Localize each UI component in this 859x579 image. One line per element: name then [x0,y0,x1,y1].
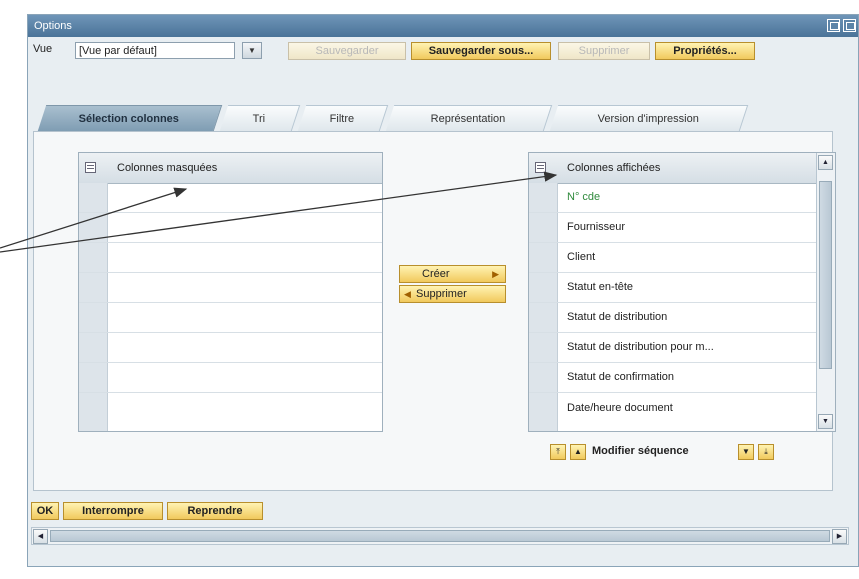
scroll-thumb[interactable] [50,530,830,542]
vertical-scrollbar[interactable]: ▲ ▼ [816,153,835,431]
move-up-icon[interactable]: ▲ [570,444,586,460]
hidden-columns-header[interactable]: Colonnes masquées [79,153,382,184]
row-selector[interactable] [79,393,108,431]
arrow-left-icon: ◀ [404,289,411,299]
delete-view-button[interactable]: Supprimer [558,42,650,60]
save-button[interactable]: Sauvegarder [288,42,406,60]
hidden-columns-table: Colonnes masquées [78,152,383,432]
save-as-button[interactable]: Sauvegarder sous... [411,42,551,60]
row-selector[interactable] [529,183,558,212]
row-selector[interactable] [79,303,108,332]
view-label: Vue [33,43,53,55]
horizontal-scrollbar[interactable]: ◀ ▶ [31,527,849,545]
table-row[interactable]: Statut de confirmation [529,363,817,393]
scroll-up-icon[interactable]: ▲ [818,155,833,170]
table-row[interactable] [79,333,382,363]
view-dropdown-icon[interactable]: ▼ [242,42,262,59]
row-selector[interactable] [529,303,558,332]
table-row[interactable]: Statut en-tête [529,273,817,303]
hidden-columns-title: Colonnes masquées [117,162,218,174]
row-selector[interactable] [529,393,558,431]
close-icon[interactable] [843,19,856,32]
move-to-top-icon[interactable]: ⤒ [550,444,566,460]
column-selection-panel: Colonnes masquées Créer ▶ ◀ Supprimer Co… [33,131,836,491]
scroll-thumb[interactable] [819,181,832,369]
table-row[interactable]: Statut de distribution [529,303,817,333]
table-row[interactable]: Date/heure document [529,393,817,431]
row-selector[interactable] [529,213,558,242]
row-selector[interactable] [79,333,108,362]
table-row[interactable] [79,273,382,303]
shown-columns-table: Colonnes affichées N° cde Fournisseur Cl… [528,152,836,432]
table-row[interactable]: N° cde [529,183,817,213]
row-selector[interactable] [529,363,558,392]
view-toolbar: Vue [Vue par défaut] ▼ Sauvegarder Sauve… [28,39,858,63]
row-selector[interactable] [79,273,108,302]
ok-button[interactable]: OK [31,502,59,520]
row-selector[interactable] [529,273,558,302]
row-selector[interactable] [79,363,108,392]
move-to-bottom-icon[interactable]: ⤓ [758,444,774,460]
table-row[interactable] [79,243,382,273]
sequence-label: Modifier séquence [592,445,689,457]
row-selector[interactable] [529,333,558,362]
table-row[interactable] [79,393,382,431]
table-row[interactable] [79,213,382,243]
apply-button[interactable]: Reprendre [167,502,263,520]
row-selector[interactable] [529,243,558,272]
row-selector[interactable] [79,243,108,272]
view-select[interactable]: [Vue par défaut] [75,42,235,59]
table-row[interactable] [79,363,382,393]
dialog-titlebar: Options [28,15,858,37]
remove-column-button[interactable]: ◀ Supprimer [399,285,506,303]
tab-filter[interactable]: Filtre [297,105,389,131]
arrow-right-icon: ▶ [492,269,499,279]
create-column-button[interactable]: Créer ▶ [399,265,506,283]
options-dialog: Options Vue [Vue par défaut] ▼ Sauvegard… [27,14,859,567]
tab-layout[interactable]: Représentation [385,105,553,131]
maximize-icon[interactable] [827,19,840,32]
table-settings-icon[interactable] [535,162,546,173]
dialog-title: Options [34,20,72,32]
move-down-icon[interactable]: ▼ [738,444,754,460]
table-row[interactable] [79,303,382,333]
tab-column-selection[interactable]: Sélection colonnes [37,105,223,131]
table-row[interactable]: Fournisseur [529,213,817,243]
scroll-left-icon[interactable]: ◀ [33,529,48,544]
tab-sort[interactable]: Tri [219,105,301,131]
scroll-right-icon[interactable]: ▶ [832,529,847,544]
properties-button[interactable]: Propriétés... [655,42,755,60]
scroll-down-icon[interactable]: ▼ [818,414,833,429]
table-row[interactable]: Statut de distribution pour m... [529,333,817,363]
shown-columns-header[interactable]: Colonnes affichées [529,153,817,184]
cancel-button[interactable]: Interrompre [63,502,163,520]
row-selector[interactable] [79,183,108,212]
shown-columns-title: Colonnes affichées [567,162,661,174]
table-settings-icon[interactable] [85,162,96,173]
table-row[interactable] [79,183,382,213]
row-selector[interactable] [79,213,108,242]
table-row[interactable]: Client [529,243,817,273]
tab-print-version[interactable]: Version d'impression [549,105,749,131]
dialog-footer: OK Interrompre Reprendre [28,499,858,523]
